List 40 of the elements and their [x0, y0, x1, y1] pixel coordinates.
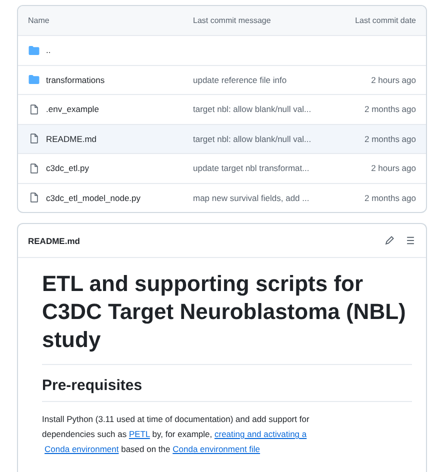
- file-name[interactable]: c3dc_etl_model_node.py: [46, 192, 141, 203]
- text-link[interactable]: creating and activating a: [214, 429, 307, 439]
- section-heading: Pre-requisites: [42, 375, 412, 402]
- file-row[interactable]: ..: [18, 35, 426, 64]
- file-row[interactable]: transformations update reference file info 2 hours ago: [18, 64, 426, 94]
- readme-paragraph: Install Python (3.11 used at time of documentation) and add support for dependencies such as PETL by, for example, creating and activating a Conda environment based on the Conda environment file: [42, 413, 310, 456]
- text-link[interactable]: Conda environment file: [172, 444, 260, 454]
- column-header: Last commit date: [354, 16, 416, 25]
- file-name[interactable]: c3dc_etl.py: [46, 163, 89, 174]
- folder-icon: [28, 74, 40, 86]
- text-link[interactable]: PETL: [128, 429, 150, 439]
- file-name[interactable]: transformations: [46, 74, 105, 85]
- commit-date: 2 months ago: [364, 192, 416, 203]
- column-header: Name: [28, 16, 50, 25]
- commit-message[interactable]: map new survival fields, add ...: [193, 192, 310, 203]
- edit-icon[interactable]: [384, 235, 395, 246]
- folder-icon: [28, 44, 40, 56]
- file-row[interactable]: c3dc_etl.py update target nbl transformat... 2 hours ago: [18, 153, 426, 182]
- file-row[interactable]: c3dc_etl_model_node.py map new survival fields, add ... 2 months ago: [18, 182, 426, 212]
- column-header: Last commit message: [193, 16, 272, 25]
- file-name[interactable]: ..: [46, 45, 51, 56]
- commit-date: 2 months ago: [364, 134, 416, 144]
- outline-menu-icon[interactable]: [405, 235, 416, 246]
- file-name[interactable]: .env_example: [46, 104, 99, 114]
- commit-message[interactable]: target nbl: allow blank/null val...: [193, 134, 312, 144]
- file-icon: [28, 133, 40, 144]
- commit-message[interactable]: update reference file info: [193, 74, 287, 85]
- commit-date: 2 months ago: [364, 104, 416, 114]
- commit-date: 2 hours ago: [371, 163, 416, 174]
- file-row[interactable]: README.md target nbl: allow blank/null val... 2 months ago: [18, 124, 426, 153]
- file-icon: [28, 104, 40, 115]
- file-name[interactable]: README.md: [46, 134, 97, 144]
- file-icon: [28, 162, 40, 174]
- readme-title: ETL and supporting scripts for C3DC Target Neuroblastoma (NBL) study: [42, 270, 412, 365]
- commit-message[interactable]: target nbl: allow blank/null val...: [193, 104, 312, 114]
- readme-filename: README.md: [28, 236, 80, 246]
- text-link[interactable]: Conda environment: [44, 444, 119, 454]
- commit-message[interactable]: update target nbl transformat...: [193, 163, 310, 174]
- commit-date: 2 hours ago: [371, 74, 416, 85]
- file-icon: [28, 192, 40, 204]
